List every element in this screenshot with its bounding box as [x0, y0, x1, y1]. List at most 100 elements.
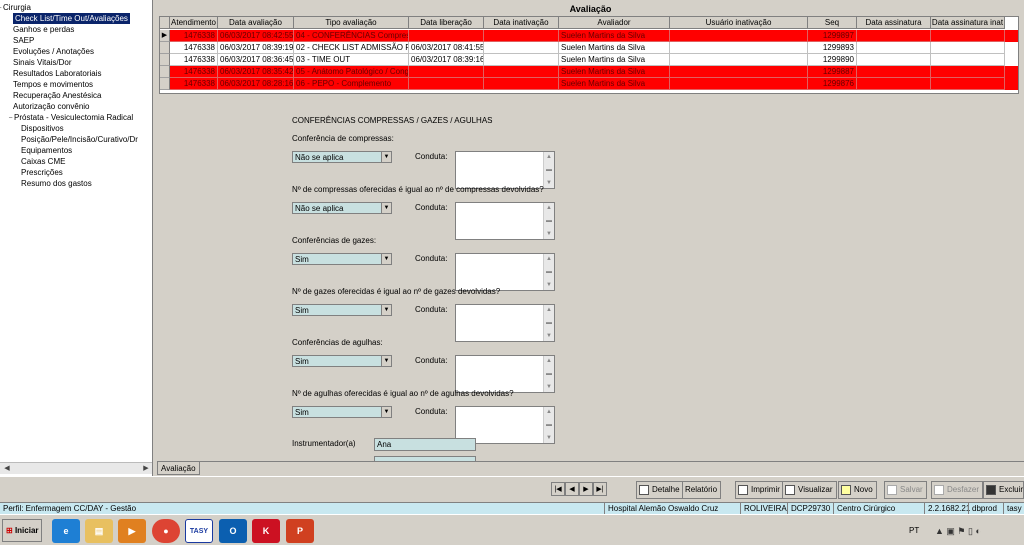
scroll-right-icon[interactable]: ▶	[141, 464, 151, 474]
collapse-icon[interactable]: −	[7, 113, 14, 124]
table-row[interactable]: 1476338 06/03/2017 08:28:16 06 - PEPO - Co…	[160, 78, 1018, 90]
scroll-up-icon[interactable]: ▲	[544, 356, 554, 366]
column-header[interactable]: Data inativação	[484, 17, 559, 29]
answer-select[interactable]: Sim ▼	[292, 406, 392, 418]
tree-item[interactable]: Tempos e movimentos	[13, 79, 93, 90]
media-player-icon[interactable]: ▶	[118, 519, 146, 543]
memo-scrollbar[interactable]: ▲ ▬ ▼	[543, 152, 554, 188]
column-header[interactable]: Data avaliação	[218, 17, 294, 29]
desfazer-button[interactable]: Desfazer	[931, 481, 984, 499]
scroll-up-icon[interactable]: ▲	[544, 152, 554, 162]
kaspersky-icon[interactable]: K	[252, 519, 280, 543]
tree-item[interactable]: Ganhos e perdas	[13, 24, 74, 35]
ie-icon[interactable]: e	[52, 519, 80, 543]
relatorio-button[interactable]: Relatório	[682, 481, 722, 499]
column-header[interactable]: Usuário inativação	[670, 17, 808, 29]
conduta-textarea[interactable]: ▲ ▬ ▼	[455, 151, 555, 189]
scroll-thumb[interactable]: ▬	[544, 318, 554, 328]
answer-select[interactable]: Sim ▼	[292, 253, 392, 265]
tasy-icon[interactable]: TASY	[185, 519, 213, 543]
memo-scrollbar[interactable]: ▲ ▬ ▼	[543, 254, 554, 290]
tree-item[interactable]: Evoluções / Anotações	[13, 46, 94, 57]
imprimir-button[interactable]: Imprimir	[735, 481, 784, 499]
column-header[interactable]: Atendimento	[170, 17, 218, 29]
tree-item[interactable]: Equipamentos	[21, 145, 72, 156]
outlook-icon[interactable]: O	[219, 519, 247, 543]
start-button[interactable]: ⊞ Iniciar	[2, 519, 42, 542]
scroll-up-icon[interactable]: ▲	[544, 305, 554, 315]
novo-button[interactable]: Novo	[838, 481, 877, 499]
column-header[interactable]: Data assinatura inat	[931, 17, 1005, 29]
scroll-thumb[interactable]: ▬	[544, 420, 554, 430]
excluir-button[interactable]: Excluir	[983, 481, 1024, 499]
scroll-thumb[interactable]: ▬	[544, 369, 554, 379]
tree-item[interactable]: Resumo dos gastos	[21, 178, 92, 189]
scroll-thumb[interactable]: ▬	[544, 267, 554, 277]
tree-item[interactable]: −Cirurgia	[0, 2, 31, 13]
scroll-thumb[interactable]: ▬	[544, 165, 554, 175]
column-header[interactable]: Tipo avaliação	[294, 17, 409, 29]
scroll-thumb[interactable]: ▬	[544, 216, 554, 226]
salvar-button[interactable]: Salvar	[884, 481, 927, 499]
conduta-textarea[interactable]: ▲ ▬ ▼	[455, 253, 555, 291]
visualizar-button[interactable]: Visualizar	[782, 481, 837, 499]
tree-horizontal-scrollbar[interactable]: ◀ ▶	[0, 462, 152, 474]
answer-select[interactable]: Não se aplica ▼	[292, 151, 392, 163]
chevron-down-icon[interactable]: ▼	[381, 254, 391, 264]
scroll-down-icon[interactable]: ▼	[544, 280, 554, 290]
chevron-down-icon[interactable]: ▼	[381, 356, 391, 366]
memo-scrollbar[interactable]: ▲ ▬ ▼	[543, 203, 554, 239]
answer-select[interactable]: Não se aplica ▼	[292, 202, 392, 214]
tree-item[interactable]: Autorização convênio	[13, 101, 90, 112]
chevron-down-icon[interactable]: ▼	[381, 203, 391, 213]
chevron-down-icon[interactable]: ▼	[381, 152, 391, 162]
answer-select[interactable]: Sim ▼	[292, 355, 392, 367]
scroll-down-icon[interactable]: ▼	[544, 433, 554, 443]
first-record-button[interactable]: |◀	[551, 482, 565, 496]
table-row[interactable]: 1476338 06/03/2017 08:36:45 03 - TIME OUT 0…	[160, 54, 1018, 66]
table-row[interactable]: ▶ 1476338 06/03/2017 08:42:55 04 - CONFERÊN…	[160, 30, 1018, 42]
next-record-button[interactable]: ▶	[579, 482, 593, 496]
last-record-button[interactable]: ▶|	[593, 482, 607, 496]
scroll-down-icon[interactable]: ▼	[544, 382, 554, 392]
tree-item[interactable]: Recuperação Anestésica	[13, 90, 102, 101]
tree-item[interactable]: Sinais Vitais/Dor	[13, 57, 72, 68]
tree-item[interactable]: Resultados Laboratoriais	[13, 68, 102, 79]
column-header[interactable]: Data assinatura	[857, 17, 931, 29]
conduta-textarea[interactable]: ▲ ▬ ▼	[455, 304, 555, 342]
scroll-up-icon[interactable]: ▲	[544, 203, 554, 213]
column-header[interactable]: Avaliador	[559, 17, 670, 29]
language-indicator[interactable]: PT	[909, 519, 919, 543]
memo-scrollbar[interactable]: ▲ ▬ ▼	[543, 305, 554, 341]
powerpoint-icon[interactable]: P	[286, 519, 314, 543]
tree-item[interactable]: Caixas CME	[21, 156, 65, 167]
tree-item[interactable]: SAEP	[13, 35, 34, 46]
detalhe-button[interactable]: Detalhe	[636, 481, 684, 499]
conduta-textarea[interactable]: ▲ ▬ ▼	[455, 355, 555, 393]
memo-scrollbar[interactable]: ▲ ▬ ▼	[543, 356, 554, 392]
prev-record-button[interactable]: ◀	[565, 482, 579, 496]
scroll-down-icon[interactable]: ▼	[544, 178, 554, 188]
tree-item[interactable]: Prescrições	[21, 167, 63, 178]
tree-item[interactable]: −Próstata - Vesiculectomia Radical	[7, 112, 133, 123]
answer-select[interactable]: Sim ▼	[292, 304, 392, 316]
evaluation-grid[interactable]: Atendimento Data avaliação Tipo avaliação D…	[159, 16, 1019, 94]
tree-item[interactable]: Check List/Time Out/Avaliações	[13, 13, 130, 24]
table-row[interactable]: 1476338 06/03/2017 08:35:42 05 - Anátomo P…	[160, 66, 1018, 78]
tree-item[interactable]: Posição/Pele/Incisão/Curativo/Dr	[21, 134, 138, 145]
table-row[interactable]: 1476338 06/03/2017 08:39:19 02 - CHECK LIS…	[160, 42, 1018, 54]
chrome-icon[interactable]: ●	[152, 519, 180, 543]
chevron-down-icon[interactable]: ▼	[381, 407, 391, 417]
navigation-tree[interactable]: −CirurgiaCheck List/Time Out/AvaliaçõesG…	[0, 0, 153, 476]
scroll-up-icon[interactable]: ▲	[544, 407, 554, 417]
scroll-up-icon[interactable]: ▲	[544, 254, 554, 264]
instrumentador-field[interactable]: Ana	[374, 438, 476, 451]
chevron-down-icon[interactable]: ▼	[381, 305, 391, 315]
column-header[interactable]: Data liberação	[409, 17, 484, 29]
tab-avaliacao[interactable]: Avaliação	[157, 462, 200, 475]
file-explorer-icon[interactable]: ▤	[85, 519, 113, 543]
column-header[interactable]: Seq	[808, 17, 857, 29]
scroll-down-icon[interactable]: ▼	[544, 331, 554, 341]
memo-scrollbar[interactable]: ▲ ▬ ▼	[543, 407, 554, 443]
scroll-down-icon[interactable]: ▼	[544, 229, 554, 239]
